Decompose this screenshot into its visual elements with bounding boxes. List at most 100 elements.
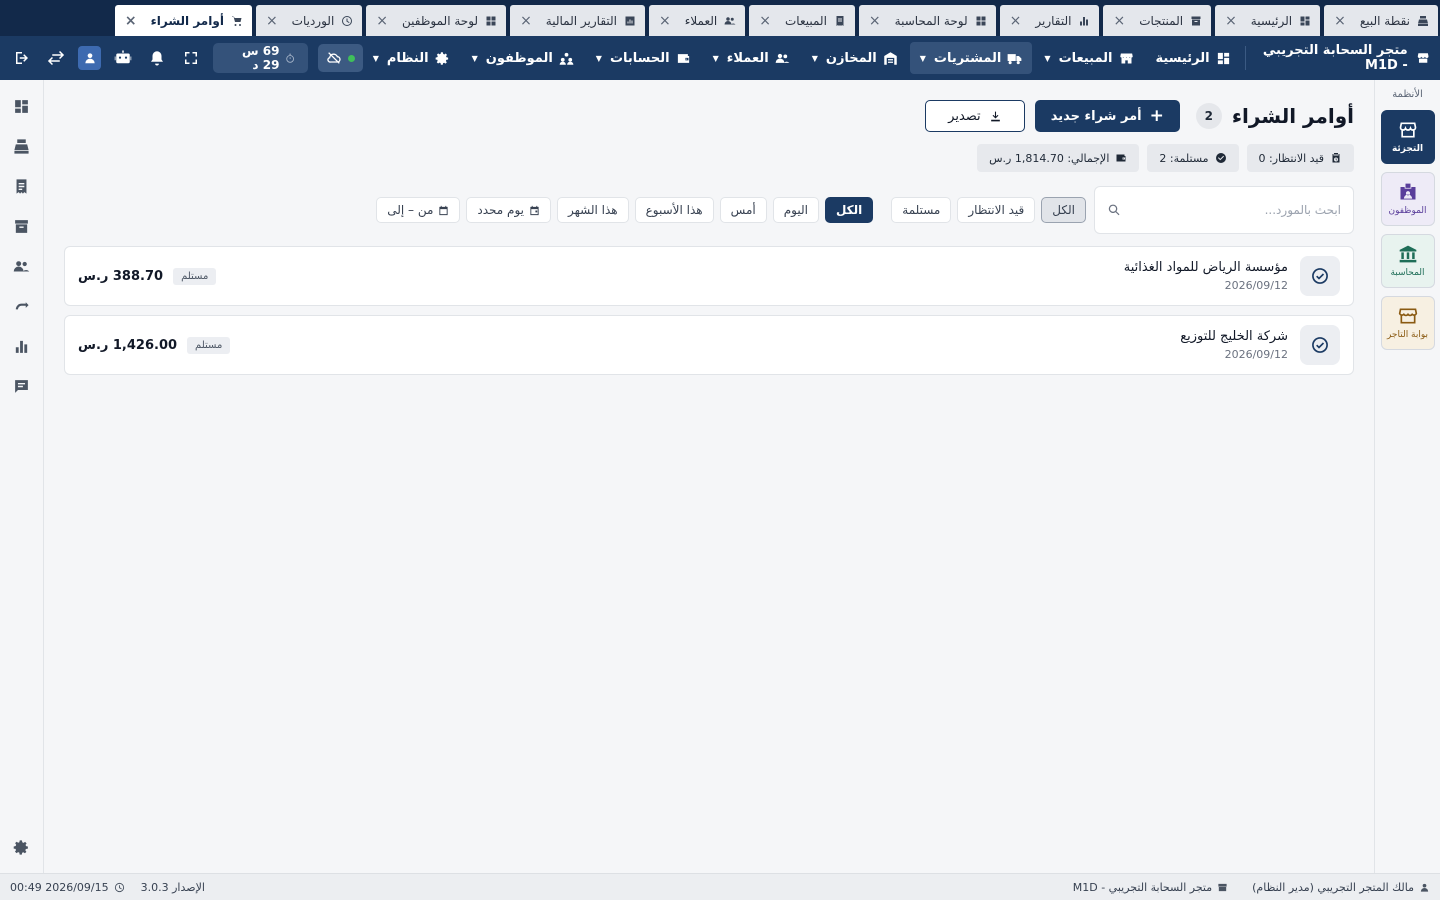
tab-icon (1298, 14, 1312, 28)
tab-9[interactable]: الورديات × (255, 5, 363, 36)
grid-icon (976, 16, 986, 25)
box-icon (1191, 16, 1201, 25)
nav-item-0[interactable]: الرئيسية (1146, 42, 1241, 74)
system-merchant-portal[interactable]: بوابة التاجر (1380, 296, 1435, 350)
tab-3[interactable]: التقارير × (999, 5, 1100, 36)
tab-0[interactable]: نقطة البيع × (1324, 5, 1438, 36)
close-icon[interactable]: × (266, 13, 278, 29)
close-icon[interactable]: × (1113, 13, 1125, 29)
tab-1[interactable]: الرئيسية × (1215, 5, 1321, 36)
assistant-button[interactable] (111, 43, 135, 73)
date-range-chip[interactable]: من – إلى (376, 197, 461, 223)
tab-6[interactable]: العملاء × (649, 5, 746, 36)
rail-dashboard[interactable] (12, 96, 32, 116)
close-icon[interactable]: × (1010, 13, 1022, 29)
close-icon[interactable]: × (376, 13, 388, 29)
status-chip-2[interactable]: مستلمة (891, 197, 952, 223)
rail-reports[interactable] (12, 336, 32, 356)
order-meta: مستلم 388.70 ر.س (78, 267, 217, 285)
footer-datetime-text: 2026/09/15 00:49 (10, 880, 109, 894)
shift-timer[interactable]: 69 س 29 د (213, 43, 308, 73)
nav-item-5[interactable]: الحسابات ▼ (586, 42, 701, 74)
logout-button[interactable] (10, 43, 34, 73)
rail-customers[interactable] (12, 256, 32, 276)
tab-label: لوحة المحاسبة (894, 13, 968, 28)
warehouse-icon (883, 51, 897, 65)
specific-day-label: يوم محدد (477, 203, 525, 217)
close-icon[interactable]: × (869, 13, 881, 29)
rail-returns[interactable] (12, 296, 32, 316)
tab-8[interactable]: لوحة الموظفين × (366, 5, 507, 36)
period-chip-3[interactable]: هذا الأسبوع (634, 197, 714, 223)
close-icon[interactable]: × (125, 13, 137, 29)
chevron-down-icon: ▼ (712, 53, 719, 63)
store-icon (1119, 53, 1133, 63)
chevron-down-icon: ▼ (919, 53, 926, 63)
nav-item-6[interactable]: الموظفون ▼ (462, 42, 584, 74)
pos-icon (1418, 15, 1428, 26)
nav-item-4[interactable]: العملاء ▼ (703, 42, 800, 74)
export-button[interactable]: تصدير (925, 100, 1025, 132)
tab-2[interactable]: المنتجات × (1103, 5, 1212, 36)
order-row[interactable]: مؤسسة الرياض للمواد الغذائية 2026/09/12 مس… (64, 246, 1354, 306)
count-badge: 2 (1195, 103, 1222, 129)
nav-item-1[interactable]: المبيعات ▼ (1034, 42, 1143, 74)
nav-item-label: المشتريات (933, 50, 1002, 66)
tab-label: الورديات (291, 13, 335, 28)
tab-5[interactable]: المبيعات × (749, 5, 855, 36)
grid-icon (486, 16, 496, 25)
system-label: بوابة التاجر (1386, 330, 1429, 340)
rail-pos[interactable] (12, 136, 32, 156)
rail-products[interactable] (12, 216, 32, 236)
status-chip-0[interactable]: الكل (1041, 197, 1086, 223)
rail-messages[interactable] (12, 376, 32, 396)
close-icon[interactable]: × (759, 13, 771, 29)
period-chip-2[interactable]: أمس (719, 197, 767, 223)
order-date: 2026/09/12 (1224, 279, 1288, 292)
nav-item-3[interactable]: المخازن ▼ (802, 42, 908, 74)
timer-value: 69 س 29 د (241, 44, 280, 72)
plus-icon: + (1149, 106, 1164, 126)
system-staff[interactable]: الموظفون (1380, 172, 1435, 226)
switch-button[interactable] (44, 43, 68, 73)
close-icon[interactable]: × (659, 13, 671, 29)
badge-icon (1400, 183, 1415, 200)
order-amount: 1,426.00 ر.س (78, 337, 178, 353)
new-purchase-order-button[interactable]: + أمر شراء جديد (1034, 100, 1180, 132)
chevron-down-icon: ▼ (372, 53, 379, 63)
profile-button[interactable] (78, 46, 101, 70)
stopwatch-icon (286, 53, 295, 63)
tab-4[interactable]: لوحة المحاسبة × (858, 5, 996, 36)
quick-rail (0, 80, 44, 873)
system-accounting[interactable]: المحاسبة (1380, 234, 1435, 288)
period-chip-1[interactable]: اليوم (772, 197, 819, 223)
tab-icon (1189, 14, 1203, 28)
notifications-button[interactable] (145, 43, 169, 73)
rail-settings[interactable] (12, 837, 32, 857)
period-chip-4[interactable]: هذا الشهر (557, 197, 629, 223)
nav-item-2[interactable]: المشتريات ▼ (909, 42, 1033, 74)
tab-10[interactable]: أوامر الشراء × (114, 5, 252, 36)
footer-store-text: متجر السحابة التجريبي - M1D (1072, 880, 1213, 894)
tab-label: التقارير المالية (545, 13, 617, 28)
status-bar: مالك المتجر التجريبي (مدير النظام) متجر … (0, 873, 1440, 900)
specific-day-chip[interactable]: يوم محدد (466, 197, 552, 223)
check-circle-icon (1312, 268, 1328, 284)
order-row[interactable]: شركة الخليج للتوزيع 2026/09/12 مستلم 1,426.… (64, 315, 1354, 375)
system-retail[interactable]: التجزئة (1380, 110, 1435, 164)
status-chip-1[interactable]: قيد الانتظار (957, 197, 1036, 223)
fullscreen-button[interactable] (179, 43, 203, 73)
close-icon[interactable]: × (520, 13, 532, 29)
supplier-search-input[interactable] (1129, 203, 1341, 217)
sync-status[interactable] (317, 44, 363, 72)
close-icon[interactable]: × (1225, 13, 1237, 29)
period-chip-0[interactable]: الكل (824, 197, 874, 223)
tab-7[interactable]: التقارير المالية × (510, 5, 645, 36)
user-icon (1420, 883, 1429, 892)
nav-tools: 69 س 29 د (10, 43, 363, 73)
rail-invoices[interactable] (12, 176, 32, 196)
fullscreen-icon (185, 52, 198, 64)
close-icon[interactable]: × (1334, 13, 1346, 29)
brand[interactable]: متجر السحابة التجريبي - M1D (1244, 43, 1430, 73)
nav-item-7[interactable]: النظام ▼ (363, 42, 460, 74)
